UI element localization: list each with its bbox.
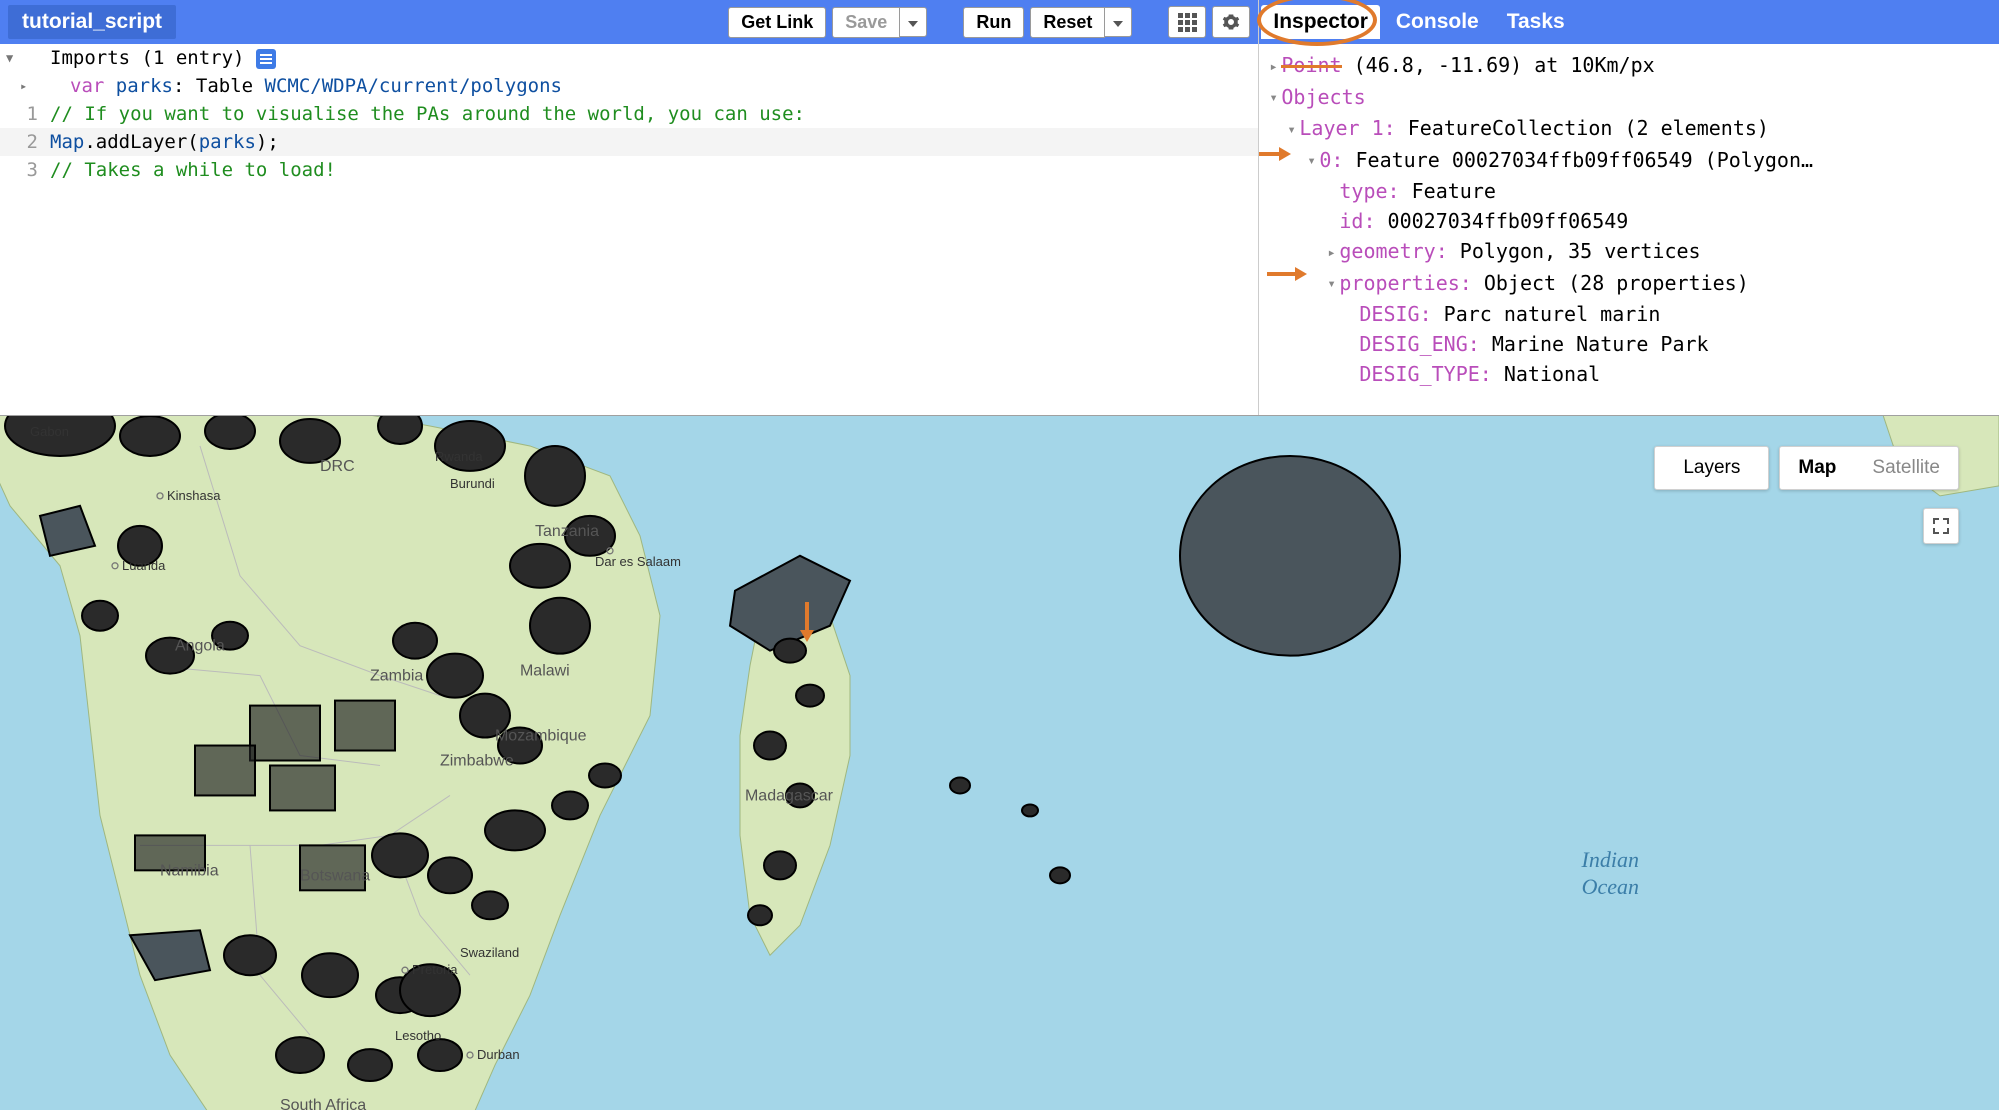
- right-tabs: Inspector Console Tasks: [1259, 0, 1999, 44]
- label-zimbabwe: Zimbabwe: [440, 753, 514, 770]
- inspector-id: id: 00027034ffb09ff06549: [1269, 206, 1989, 236]
- map-type-satellite[interactable]: Satellite: [1854, 447, 1958, 489]
- inspector-geometry[interactable]: ▸geometry: Polygon, 35 vertices: [1269, 236, 1989, 268]
- label-namibia: Namibia: [160, 862, 219, 879]
- fullscreen-button[interactable]: [1923, 508, 1959, 544]
- reset-button[interactable]: Reset: [1030, 7, 1105, 38]
- save-dropdown-caret[interactable]: [900, 7, 927, 37]
- save-button-group[interactable]: Save: [832, 7, 927, 38]
- tab-console[interactable]: Console: [1384, 5, 1491, 39]
- map-pane[interactable]: Angola DRC Zambia Namibia Botswana Zimba…: [0, 415, 1999, 1110]
- inspector-tree[interactable]: ▸Point (46.8, -11.69) at 10Km/px ▾Object…: [1259, 44, 1999, 415]
- import-path[interactable]: WCMC/WDPA/current/polygons: [265, 75, 562, 97]
- inspector-layer[interactable]: ▾Layer 1: FeatureCollection (2 elements): [1269, 113, 1989, 145]
- inspector-desig: DESIG: Parc naturel marin: [1269, 299, 1989, 329]
- inspector-properties[interactable]: ▾properties: Object (28 properties): [1269, 268, 1989, 300]
- label-malawi: Malawi: [520, 663, 570, 680]
- inspector-point[interactable]: ▸Point (46.8, -11.69) at 10Km/px: [1269, 50, 1989, 82]
- label-lesotho: Lesotho: [395, 1028, 441, 1043]
- layers-button[interactable]: Layers: [1654, 446, 1769, 490]
- top-panes: tutorial_script Get Link Save Run Reset: [0, 0, 1999, 415]
- map-type-map[interactable]: Map: [1780, 447, 1854, 489]
- code-line-3: // Takes a while to load!: [50, 159, 336, 181]
- tab-inspector[interactable]: Inspector: [1261, 5, 1380, 39]
- label-luanda: Luanda: [122, 558, 166, 573]
- label-rwanda: Rwanda: [435, 449, 483, 464]
- map-type-toggle[interactable]: Map Satellite: [1779, 446, 1959, 490]
- label-madagascar: Madagascar: [745, 787, 834, 804]
- gear-icon: [1222, 13, 1240, 31]
- label-south-africa: South Africa: [280, 1097, 366, 1110]
- tab-tasks[interactable]: Tasks: [1495, 5, 1577, 39]
- label-angola: Angola: [175, 638, 225, 655]
- settings-button[interactable]: [1212, 6, 1250, 38]
- imports-header[interactable]: Imports (1 entry): [50, 47, 244, 69]
- reset-dropdown-caret[interactable]: [1105, 7, 1132, 37]
- label-gabon: Gabon: [30, 424, 69, 439]
- label-botswana: Botswana: [300, 867, 370, 884]
- label-tanzania: Tanzania: [535, 523, 599, 540]
- label-eswatini: Swaziland: [460, 945, 519, 960]
- label-zambia: Zambia: [370, 668, 423, 685]
- code-editor[interactable]: ▼Imports (1 entry) ▸var parks: Table WCM…: [0, 44, 1258, 415]
- import-keyword: var: [70, 75, 104, 97]
- editor-pane: tutorial_script Get Link Save Run Reset: [0, 0, 1259, 415]
- inspector-desig-type: DESIG_TYPE: National: [1269, 359, 1989, 389]
- label-dar: Dar es Salaam: [595, 554, 681, 569]
- landmass-africa: [0, 416, 660, 1110]
- code-line-1: // If you want to visualise the PAs arou…: [50, 103, 805, 125]
- inspector-feature-0[interactable]: ▾0: Feature 00027034ffb09ff06549 (Polygo…: [1269, 145, 1989, 177]
- label-kinshasa: Kinshasa: [167, 488, 221, 503]
- marine-park-feature[interactable]: [1180, 456, 1400, 656]
- inspector-pane: Inspector Console Tasks ▸Point (46.8, -1…: [1259, 0, 1999, 415]
- label-durban: Durban: [477, 1047, 520, 1062]
- label-burundi: Burundi: [450, 476, 495, 491]
- app-root: tutorial_script Get Link Save Run Reset: [0, 0, 1999, 1110]
- reset-button-group[interactable]: Reset: [1030, 7, 1132, 38]
- map-canvas[interactable]: Angola DRC Zambia Namibia Botswana Zimba…: [0, 416, 1999, 1110]
- fullscreen-icon: [1933, 518, 1949, 534]
- script-title[interactable]: tutorial_script: [8, 5, 176, 39]
- label-pretoria: Pretoria: [412, 962, 458, 977]
- imports-icon[interactable]: [256, 49, 276, 69]
- code-line-2: Map.addLayer(parks);: [50, 128, 1258, 156]
- label-mozambique: Mozambique: [495, 728, 587, 745]
- inspector-type: type: Feature: [1269, 176, 1989, 206]
- save-button[interactable]: Save: [832, 7, 900, 38]
- ocean-label: IndianOcean: [1582, 847, 1639, 900]
- import-name: parks: [116, 75, 173, 97]
- inspector-objects[interactable]: ▾Objects: [1269, 82, 1989, 114]
- run-button[interactable]: Run: [963, 7, 1024, 38]
- apps-button[interactable]: [1168, 6, 1206, 38]
- label-drc: DRC: [320, 458, 355, 475]
- map-controls: Layers Map Satellite: [1654, 446, 1959, 490]
- apps-icon: [1178, 13, 1197, 32]
- editor-toolbar: tutorial_script Get Link Save Run Reset: [0, 0, 1258, 44]
- get-link-button[interactable]: Get Link: [728, 7, 826, 38]
- inspector-desig-eng: DESIG_ENG: Marine Nature Park: [1269, 329, 1989, 359]
